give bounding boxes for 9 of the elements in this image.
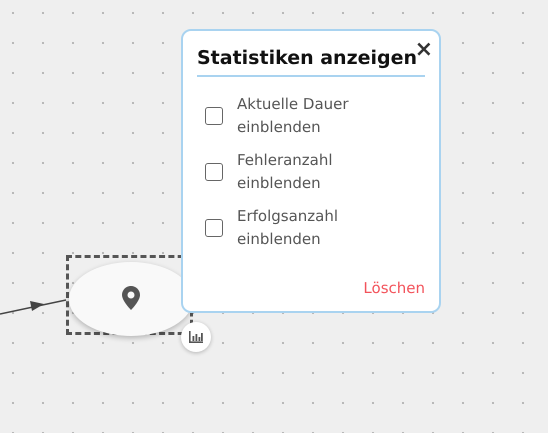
checkbox-label[interactable]: Fehleranzahl einblenden	[237, 149, 367, 195]
checkbox-label[interactable]: Aktuelle Dauer einblenden	[237, 93, 367, 139]
bar-chart-icon	[189, 331, 203, 343]
checkbox[interactable]	[205, 219, 223, 237]
checkbox[interactable]	[205, 163, 223, 181]
map-pin-icon	[122, 286, 140, 310]
statistics-button[interactable]	[181, 322, 211, 352]
checkbox-label[interactable]: Erfolgsanzahl einblenden	[237, 205, 367, 251]
checkbox[interactable]	[205, 107, 223, 125]
